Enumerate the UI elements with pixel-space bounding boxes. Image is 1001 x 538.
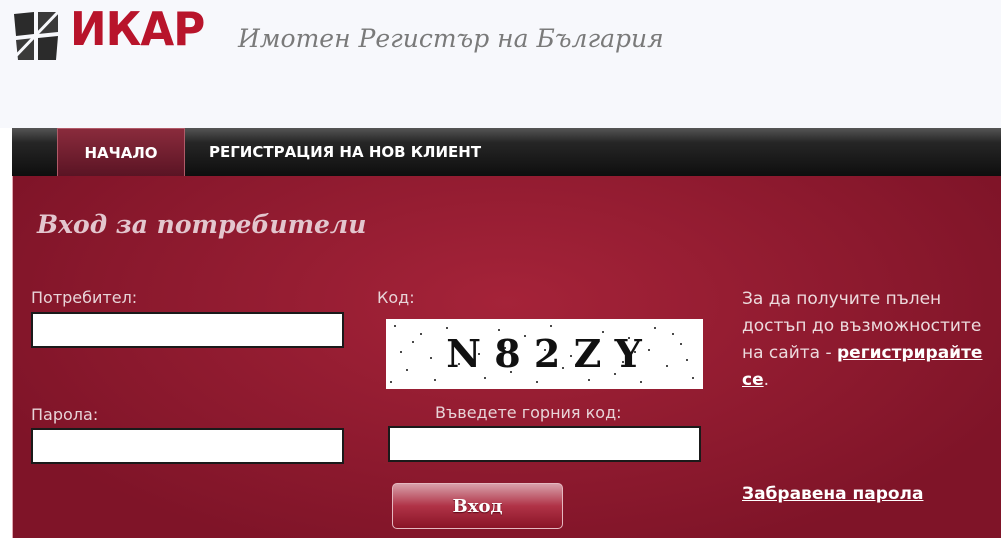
logo-text[interactable]: ИКАР [70,6,205,52]
captcha-input[interactable] [388,426,701,462]
site-header: ИКАР Имотен Регистър на България [0,0,1001,128]
tab-home[interactable]: НАЧАЛО [57,128,185,176]
password-input[interactable] [31,428,344,464]
register-info: За да получите пълен достъп до възможнос… [742,286,992,394]
username-input[interactable] [31,312,344,348]
password-label: Парола: [31,405,99,424]
captcha-image: N 8 2 Z Y [386,319,703,389]
login-panel: Вход за потребители Потребител: Парола: … [12,176,1001,538]
tab-register-new-client[interactable]: РЕГИСТРАЦИЯ НА НОВ КЛИЕНТ [209,128,481,176]
login-title: Вход за потребители [37,210,367,239]
main-navbar: НАЧАЛО РЕГИСТРАЦИЯ НА НОВ КЛИЕНТ [12,128,1001,176]
captcha-text: N 8 2 Z Y [446,331,642,376]
captcha-prompt: Въведете горния код: [435,403,622,422]
register-info-period: . [763,370,770,390]
forgot-password-link[interactable]: Забравена парола [742,484,923,504]
username-label: Потребител: [31,288,138,307]
captcha-noise: N 8 2 Z Y [390,325,694,383]
code-label: Код: [377,288,415,307]
site-tagline: Имотен Регистър на България [238,24,664,53]
login-submit-button[interactable]: Вход [392,483,563,529]
logo-grid-icon [12,10,60,62]
